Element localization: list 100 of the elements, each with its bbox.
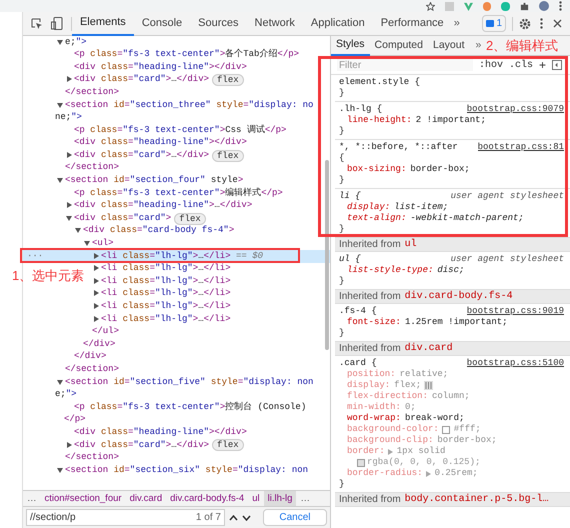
css-value[interactable]: break-word; [404,413,464,424]
inspect-element-icon[interactable] [30,18,43,30]
dom-node[interactable]: </p> [64,413,86,427]
breadcrumb[interactable]: … [22,491,40,506]
more-tabs-button[interactable]: » [476,38,482,54]
panel-tab[interactable]: Network [246,12,303,36]
collapsed-triangle-icon[interactable] [92,265,99,272]
class-button[interactable]: .cls [508,60,533,70]
next-match-icon[interactable] [242,514,251,520]
css-property[interactable]: list-style-type: [346,265,434,276]
expanded-triangle-icon[interactable] [56,466,63,473]
source-link[interactable]: bootstrap.css:9079 [466,104,564,115]
collapsed-triangle-icon[interactable] [92,316,99,322]
filter-field[interactable]: Filter [336,59,473,71]
dom-node[interactable]: <p class="fs-3 text-center">控制台 (Console) [74,400,306,414]
dom-node[interactable]: <div class="heading-line"></div> [74,136,247,150]
dom-node[interactable]: <ul> [92,237,114,251]
breadcrumb[interactable]: … [296,491,314,506]
collapsed-triangle-icon[interactable] [92,252,99,259]
dom-node[interactable]: <li class="lh-lg">…</li> == $0 [100,250,264,264]
new-rule-button[interactable]: + [538,60,546,70]
dom-node[interactable]: e;"> [64,36,87,50]
dom-node[interactable]: <section id="section_three" style="display: no [64,98,314,112]
dom-node[interactable]: <p class="fs-3 text-center">编辑样式</p> [74,186,283,200]
dom-node[interactable]: <li class="lh-lg">…</li> [100,262,231,276]
styles-tab[interactable]: Styles [330,36,370,56]
collapsed-triangle-icon[interactable] [92,290,99,296]
kebab-menu-icon[interactable] [540,18,543,29]
inherited-source[interactable]: div.card-body.fs-4 [404,289,513,304]
flexbox-editor-icon[interactable] [424,381,434,390]
styles-tab[interactable]: Computed [370,36,428,56]
collapsed-triangle-icon[interactable] [66,442,72,448]
dom-node[interactable]: <li class="lh-lg">…</li> [100,287,231,301]
more-tabs-button[interactable]: » [454,15,460,32]
more-dots[interactable]: ··· [26,250,44,264]
dom-node[interactable]: <div class="card-body fs-4"> [82,224,234,238]
inherited-source[interactable]: ul [404,237,417,252]
css-value[interactable]: disc; [437,265,464,276]
kebab-menu-icon[interactable] [559,1,562,11]
color-swatch[interactable] [442,426,450,434]
css-property[interactable]: line-height: [346,115,412,126]
previous-match-icon[interactable] [228,514,238,520]
css-property[interactable]: word-wrap: [346,413,401,424]
css-value[interactable]: -webkit-match-parent; [410,213,524,224]
css-property[interactable]: box-sizing: [346,164,406,175]
dom-node[interactable]: <p class="fs-3 text-center">Css 调试</p> [74,124,286,138]
collapsed-triangle-icon[interactable] [66,152,72,158]
dom-node[interactable]: <li class="lh-lg">…</li> [100,274,231,288]
panel-tab[interactable]: Console [134,12,190,36]
star-icon[interactable] [426,2,435,10]
source-link[interactable]: bootstrap.css:9019 [466,306,564,317]
settings-icon[interactable] [519,18,531,30]
close-icon[interactable] [553,19,562,28]
dom-node[interactable]: <div class="card"> [74,212,172,226]
expanded-triangle-icon[interactable] [56,102,63,108]
dom-node[interactable]: <li class="lh-lg">…</li> [100,312,231,326]
expanded-triangle-icon[interactable] [56,177,63,184]
scrollbar[interactable] [324,160,329,350]
panel-tab[interactable]: Elements [72,12,134,36]
expanded-triangle-icon[interactable] [66,214,72,221]
dom-node[interactable]: <div class="card">…</div> [74,148,210,162]
dom-node[interactable]: <section id="section_six" style="display: non [64,464,308,478]
collapsed-triangle-icon[interactable] [92,303,99,310]
css-value[interactable]: 1.25rem !important; [404,317,508,328]
flex-badge[interactable]: flex [174,212,206,225]
dom-node[interactable]: <div class="card">…</div> [74,438,210,452]
dom-node[interactable]: e;"> [54,388,77,402]
flex-badge[interactable]: flex [212,74,244,86]
flex-badge[interactable]: flex [212,439,244,452]
css-property[interactable]: font-size: [346,317,401,328]
source-link[interactable]: bootstrap.css:5100 [466,358,564,369]
css-value[interactable]: border-box; [410,164,470,175]
sidebar-toggle-icon[interactable] [552,60,562,70]
dom-node[interactable]: <li class="lh-lg">…</li> [100,300,231,314]
css-property[interactable]: text-align: [346,213,406,224]
panel-tab[interactable]: Sources [190,12,247,36]
dom-node[interactable]: ne;"> [54,111,82,125]
inherited-source[interactable]: body.container.p-5.bg-l… [404,492,549,507]
panel-tab[interactable]: Performance [372,12,452,36]
cancel-button[interactable]: Cancel [262,509,327,526]
hover-state-button[interactable]: :hov [478,60,503,70]
collapsed-triangle-icon[interactable] [66,202,72,208]
breadcrumb[interactable]: div.card-body.fs-4 [166,491,248,506]
expanded-triangle-icon[interactable] [84,240,90,246]
expanded-triangle-icon[interactable] [56,378,63,385]
issues-badge[interactable]: 1 [482,15,506,32]
css-value[interactable]: 2 !important; [416,115,486,126]
expanded-triangle-icon[interactable] [74,227,81,234]
dom-node[interactable]: <p class="fs-3 text-center">各个Tab介绍</p> [74,48,300,62]
panel-tab[interactable]: Application [302,12,373,36]
dom-node[interactable]: <div class="heading-line">…</div> [74,199,252,213]
breadcrumb[interactable]: ction#section_four [40,491,126,506]
collapsed-triangle-icon[interactable] [66,76,72,82]
breadcrumb[interactable]: ul [248,491,264,506]
search-field[interactable]: //section/p 1 of 7 [26,509,225,526]
dom-node[interactable]: <div class="heading-line"></div> [74,60,247,74]
styles-tab[interactable]: Layout [428,36,470,56]
breadcrumb[interactable]: div.card [126,491,166,506]
dom-node[interactable]: <div class="card">…</div> [74,73,210,87]
expanded-triangle-icon[interactable] [56,38,63,45]
